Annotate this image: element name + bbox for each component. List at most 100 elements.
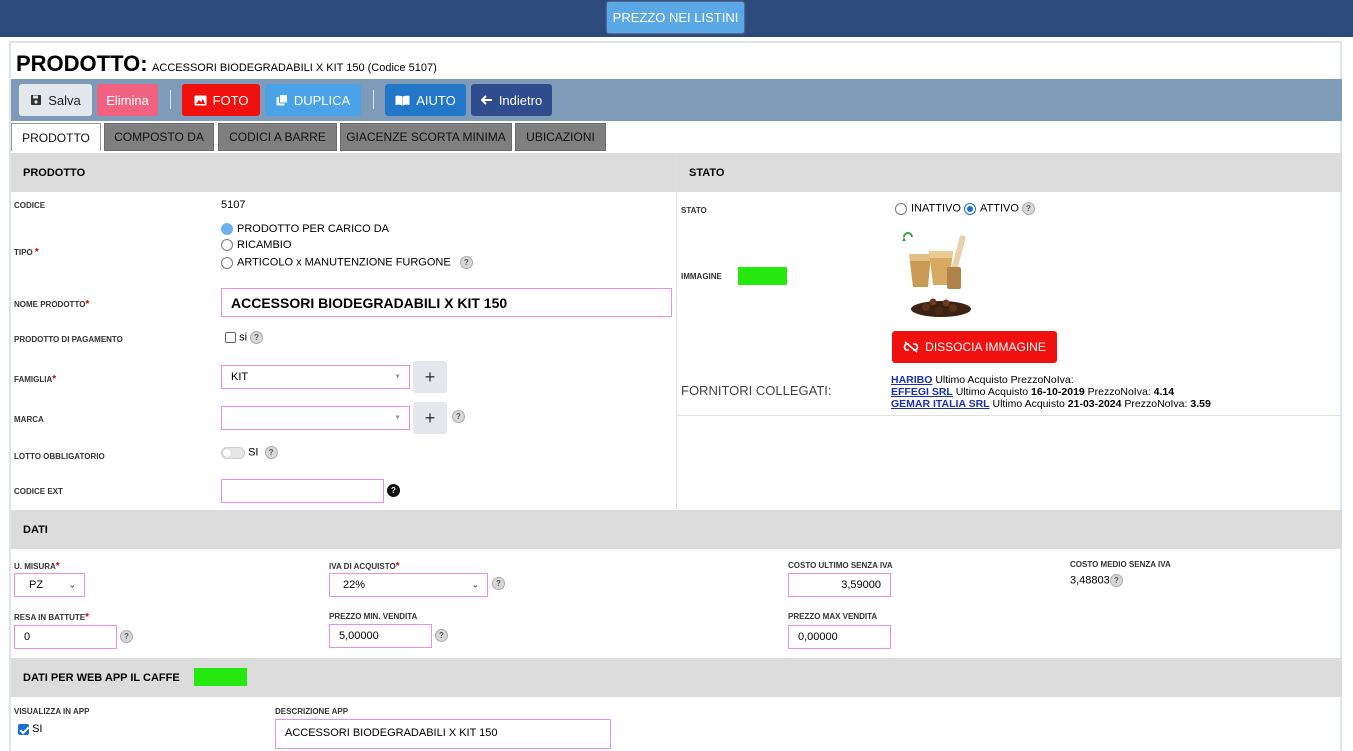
codice-ext-input[interactable]: [221, 479, 384, 503]
prezzo-min-input[interactable]: 5,00000: [329, 624, 432, 648]
tab-codici-a-barre[interactable]: CODICI A BARRE: [218, 123, 337, 151]
pagamento-option-label: si: [239, 331, 248, 344]
help-icon[interactable]: ?: [435, 629, 448, 642]
prezzo-nei-listini-button[interactable]: PREZZO NEI LISTINI: [607, 2, 744, 33]
attivo-label: ATTIVO: [979, 202, 1019, 215]
delete-button[interactable]: Elimina: [97, 84, 158, 116]
umisura-value: PZ: [29, 579, 44, 591]
umisura-select[interactable]: PZ ⌄: [14, 573, 85, 597]
famiglia-value: KIT: [231, 371, 249, 383]
book-icon: [395, 95, 410, 105]
visualizza-option-label: SI: [32, 723, 43, 735]
fornitore-row: GEMAR ITALIA SRL Ultimo Acquisto 21-03-2…: [891, 398, 1211, 410]
tipo-label-text: TIPO: [14, 248, 33, 257]
lotto-option-label: SI: [248, 446, 259, 459]
famiglia-label: FAMIGLIA*: [14, 374, 56, 385]
fornitore-text: Ultimo Acquisto: [989, 398, 1068, 410]
tipo-radio-option[interactable]: ARTICOLO x MANUTENZIONE FURGONE ?: [221, 256, 473, 269]
tab-giacenze-scorta-minima[interactable]: GIACENZE SCORTA MINIMA: [340, 123, 512, 151]
famiglia-select[interactable]: KIT ▼: [221, 365, 410, 389]
tipo-radio-option[interactable]: RICAMBIO: [221, 239, 292, 252]
resa-help: ?: [120, 630, 133, 643]
tab-prodotto[interactable]: PRODOTTO: [11, 123, 101, 151]
radio-button[interactable]: [221, 239, 233, 252]
required-marker: *: [34, 247, 39, 258]
nome-prodotto-input[interactable]: ACCESSORI BIODEGRADABILI X KIT 150: [221, 288, 672, 317]
prezzo-min-help: ?: [435, 629, 448, 642]
image-icon: [194, 95, 207, 105]
fornitori-label: FORNITORI COLLEGATI:: [681, 383, 832, 398]
codice-value: 5107: [221, 199, 246, 211]
chevron-down-icon: ▼: [394, 414, 401, 422]
prodotto-section-header: PRODOTTO: [11, 153, 676, 192]
duplicate-button[interactable]: DUPLICA: [265, 84, 361, 116]
required-marker: *: [85, 612, 90, 623]
codice-label: CODICE: [14, 201, 46, 210]
help-icon[interactable]: ?: [250, 331, 264, 344]
help-icon[interactable]: ?: [264, 446, 278, 459]
add-marca-button[interactable]: +: [413, 402, 447, 434]
help-icon[interactable]: ?: [120, 630, 133, 643]
add-famiglia-button[interactable]: +: [413, 361, 447, 393]
back-button[interactable]: Indietro: [471, 84, 552, 116]
lotto-toggle[interactable]: [221, 446, 245, 459]
help-icon[interactable]: ?: [1109, 574, 1123, 587]
iva-select[interactable]: 22% ⌄: [329, 573, 488, 597]
help-button[interactable]: AIUTO: [385, 84, 466, 116]
attivo-radio[interactable]: [963, 202, 976, 215]
toolbar-divider: [373, 90, 374, 109]
photo-button-label: FOTO: [212, 92, 249, 108]
save-button[interactable]: Salva: [19, 84, 92, 116]
delete-button-label: Elimina: [106, 92, 149, 108]
descrizione-label: DESCRIZIONE APP: [275, 707, 349, 716]
costo-ultimo-label: COSTO ULTIMO SENZA IVA: [788, 561, 893, 570]
inattivo-label: INATTIVO: [911, 202, 961, 215]
unlink-icon: [903, 341, 919, 353]
fornitore-text: Ultimo Acquisto: [952, 386, 1032, 398]
dissocia-immagine-button[interactable]: DISSOCIA IMMAGINE: [892, 331, 1057, 363]
codice-ext-help: ?: [387, 484, 400, 497]
radio-button[interactable]: [221, 256, 233, 269]
iva-label: IVA DI ACQUISTO*: [329, 561, 400, 572]
inattivo-radio[interactable]: [895, 202, 907, 215]
pagamento-checkbox[interactable]: [225, 332, 236, 343]
descrizione-textarea[interactable]: ACCESSORI BIODEGRADABILI X KIT 150: [275, 719, 611, 749]
chevron-down-icon: ▼: [394, 373, 401, 381]
costo-ultimo-input[interactable]: 3,59000: [788, 573, 891, 597]
chevron-down-icon: ⌄: [68, 579, 76, 590]
pagamento-label: PRODOTTO DI PAGAMENTO: [14, 335, 123, 344]
resa-input[interactable]: 0: [14, 625, 117, 649]
marca-select[interactable]: ▼: [221, 406, 410, 430]
umisura-label: U. MISURA*: [14, 561, 60, 572]
tipo-option-label: RICAMBIO: [237, 239, 292, 251]
tab-composto-da[interactable]: COMPOSTO DA: [104, 123, 214, 151]
top-bar: PREZZO NEI LISTINI: [0, 0, 1353, 37]
help-icon[interactable]: ?: [387, 484, 400, 497]
webapp-header-text: DATI PER WEB APP IL CAFFE: [23, 671, 180, 684]
tab-ubicazioni[interactable]: UBICAZIONI: [515, 123, 606, 151]
product-form: PRODOTTO: ACCESSORI BIODEGRADABILI X KIT…: [9, 41, 1342, 751]
famiglia-label-text: FAMIGLIA: [14, 375, 53, 384]
visualizza-checkbox[interactable]: [18, 723, 29, 735]
marca-help: ?: [452, 410, 465, 423]
prezzo-max-input[interactable]: 0,00000: [788, 625, 891, 649]
dissocia-label: DISSOCIA IMMAGINE: [925, 340, 1046, 354]
help-icon[interactable]: ?: [1021, 202, 1035, 215]
help-icon[interactable]: ?: [492, 577, 505, 590]
fornitore-link[interactable]: EFFEGI SRL: [891, 386, 953, 398]
fornitore-link[interactable]: HARIBO: [891, 374, 932, 386]
tipo-option-label: ARTICOLO x MANUTENZIONE FURGONE: [237, 256, 451, 269]
nome-prodotto-label: NOME PRODOTTO*: [14, 299, 89, 310]
fornitore-prezzo: 3.59: [1190, 398, 1211, 410]
umisura-label-text: U. MISURA: [14, 562, 56, 571]
arrow-left-icon: [480, 95, 492, 105]
resa-label-text: RESA IN BATTUTE: [14, 613, 86, 622]
product-image: [902, 232, 971, 317]
photo-button[interactable]: FOTO: [182, 84, 260, 116]
radio-button[interactable]: [221, 223, 233, 236]
help-icon[interactable]: ?: [459, 256, 473, 269]
prezzo-max-label: PREZZO MAX VENDITA: [788, 612, 878, 621]
tipo-radio-option[interactable]: PRODOTTO PER CARICO DA: [221, 223, 389, 236]
help-icon[interactable]: ?: [452, 410, 465, 423]
fornitore-link[interactable]: GEMAR ITALIA SRL: [891, 398, 990, 410]
